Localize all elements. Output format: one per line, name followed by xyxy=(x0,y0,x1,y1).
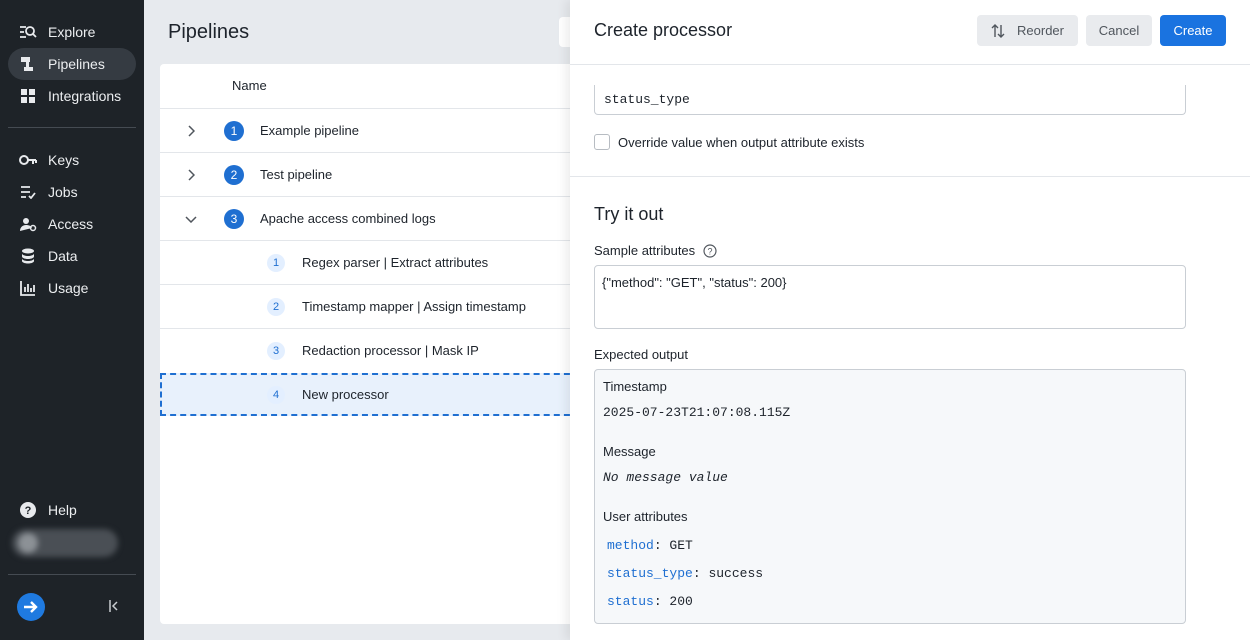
sidebar-item-pipelines[interactable]: Pipelines xyxy=(8,48,136,80)
sidebar-divider xyxy=(8,574,136,575)
attribute-row: status_type: success xyxy=(607,566,764,581)
help-icon: ? xyxy=(8,502,48,518)
processor-name: Redaction processor | Mask IP xyxy=(302,343,479,358)
new-processor-row[interactable]: 4 New processor xyxy=(160,373,580,416)
timestamp-value: 2025-07-23T21:07:08.115Z xyxy=(603,405,791,420)
collapse-sidebar-icon[interactable] xyxy=(106,598,122,614)
create-button[interactable]: Create xyxy=(1160,15,1226,46)
column-header-name: Name xyxy=(232,78,267,93)
override-label: Override value when output attribute exi… xyxy=(618,134,865,150)
pipeline-number-badge: 1 xyxy=(224,120,244,141)
sidebar-item-help[interactable]: ? Help xyxy=(8,494,136,526)
processor-number-badge: 2 xyxy=(267,297,285,316)
sidebar-item-label: Usage xyxy=(48,280,89,296)
table-row[interactable]: 2 Test pipeline xyxy=(160,152,580,196)
attribute-value: success xyxy=(708,566,764,581)
logo-icon[interactable] xyxy=(17,593,45,621)
chevron-down-icon[interactable] xyxy=(184,212,198,226)
sample-attributes-input[interactable]: {"method": "GET", "status": 200} xyxy=(594,265,1186,329)
message-label: Message xyxy=(603,444,656,459)
processor-number-badge: 4 xyxy=(267,385,285,404)
sidebar-divider xyxy=(8,127,136,128)
attribute-row: status: 200 xyxy=(607,594,693,609)
processor-number-badge: 1 xyxy=(267,253,285,272)
sidebar-item-label: Keys xyxy=(48,152,80,168)
integrations-icon xyxy=(8,88,48,104)
pipelines-table: Name 1 Example pipeline 2 Test pipeline … xyxy=(160,64,580,624)
cancel-button[interactable]: Cancel xyxy=(1086,15,1152,46)
explore-icon xyxy=(8,24,48,40)
table-row[interactable]: 3 Apache access combined logs xyxy=(160,196,580,240)
reorder-button[interactable]: Reorder xyxy=(977,15,1078,46)
attribute-key: method xyxy=(607,538,654,553)
attribute-value: GET xyxy=(669,538,693,553)
sample-attributes-text: Sample attributes xyxy=(594,243,696,258)
sidebar-item-label: Explore xyxy=(48,24,96,40)
sidebar-item-integrations[interactable]: Integrations xyxy=(8,80,136,112)
attribute-key: status xyxy=(607,594,654,609)
avatar xyxy=(18,533,38,553)
pipeline-number-badge: 2 xyxy=(224,164,244,185)
processor-name: New processor xyxy=(302,387,389,402)
processor-row[interactable]: 3 Redaction processor | Mask IP xyxy=(160,328,580,372)
processor-number-badge: 3 xyxy=(267,341,285,360)
sidebar-item-jobs[interactable]: Jobs xyxy=(8,176,136,208)
database-icon xyxy=(8,248,48,264)
jobs-icon xyxy=(8,185,48,199)
user-attributes-label: User attributes xyxy=(603,509,688,524)
sidebar-item-label: Jobs xyxy=(48,184,78,200)
help-circle-icon[interactable]: ? xyxy=(703,243,717,258)
create-processor-drawer: status_type Override value when output a… xyxy=(570,0,1250,640)
expected-output-panel: Timestamp 2025-07-23T21:07:08.115Z Messa… xyxy=(594,369,1186,624)
pipelines-icon xyxy=(8,56,48,72)
attribute-key: status_type xyxy=(607,566,693,581)
sidebar: Explore Pipelines Integrations Keys Jobs… xyxy=(0,0,144,640)
sidebar-item-label: Data xyxy=(48,248,78,264)
drawer-header: Create processor Reorder Cancel Create xyxy=(570,0,1250,65)
access-icon xyxy=(8,217,48,232)
page-title: Pipelines xyxy=(168,21,250,43)
sidebar-item-keys[interactable]: Keys xyxy=(8,144,136,176)
sample-attributes-label: Sample attributes ? xyxy=(594,243,717,258)
processor-name: Regex parser | Extract attributes xyxy=(302,255,489,270)
sidebar-item-label: Pipelines xyxy=(48,56,105,72)
chevron-right-icon[interactable] xyxy=(184,124,198,138)
processor-row[interactable]: 1 Regex parser | Extract attributes xyxy=(160,240,580,284)
attribute-row: method: GET xyxy=(607,538,693,553)
try-it-out-title: Try it out xyxy=(594,204,664,224)
reorder-label: Reorder xyxy=(1017,23,1064,38)
processor-name: Timestamp mapper | Assign timestamp xyxy=(302,299,526,314)
message-value: No message value xyxy=(603,470,728,485)
expected-output-label: Expected output xyxy=(594,347,688,362)
sidebar-item-explore[interactable]: Explore xyxy=(8,16,136,48)
bar-chart-icon xyxy=(8,280,48,296)
chevron-right-icon[interactable] xyxy=(184,168,198,182)
pipeline-name: Test pipeline xyxy=(260,167,333,182)
key-icon xyxy=(8,154,48,166)
sidebar-item-usage[interactable]: Usage xyxy=(8,272,136,304)
override-checkbox-row[interactable]: Override value when output attribute exi… xyxy=(594,134,864,150)
pipeline-name: Apache access combined logs xyxy=(260,211,436,226)
pipeline-name: Example pipeline xyxy=(260,123,360,138)
svg-text:?: ? xyxy=(25,505,32,517)
output-attribute-input[interactable]: status_type xyxy=(594,85,1186,115)
sidebar-item-label: Help xyxy=(48,502,77,518)
override-checkbox[interactable] xyxy=(594,134,610,150)
table-row[interactable]: 1 Example pipeline xyxy=(160,108,580,152)
sidebar-item-access[interactable]: Access xyxy=(8,208,136,240)
section-divider xyxy=(570,176,1250,177)
timestamp-label: Timestamp xyxy=(603,379,667,394)
sidebar-item-label: Integrations xyxy=(48,88,122,104)
attribute-value: 200 xyxy=(669,594,693,609)
drawer-title: Create processor xyxy=(594,20,733,40)
processor-row[interactable]: 2 Timestamp mapper | Assign timestamp xyxy=(160,284,580,328)
svg-text:?: ? xyxy=(708,246,713,256)
user-profile[interactable] xyxy=(12,529,118,557)
sidebar-item-label: Access xyxy=(48,216,94,232)
sidebar-item-data[interactable]: Data xyxy=(8,240,136,272)
pipeline-number-badge: 3 xyxy=(224,208,244,229)
reorder-icon xyxy=(991,23,1005,39)
